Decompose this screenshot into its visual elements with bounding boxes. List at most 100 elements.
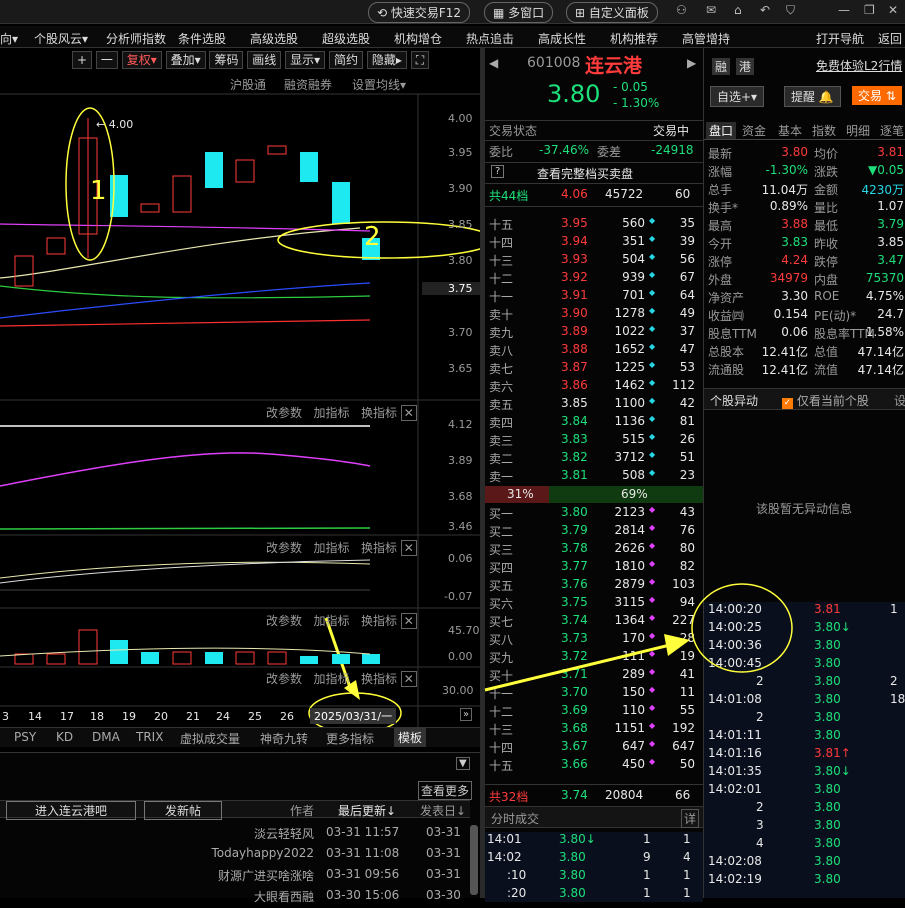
menu-item[interactable]: 向▾ (0, 30, 18, 47)
add-indicator-link[interactable]: 加指标 (313, 406, 349, 420)
view-more-button[interactable]: 查看更多 (418, 781, 473, 800)
tab-dma[interactable]: DMA (92, 730, 120, 744)
close-icon[interactable]: ✕ (400, 540, 417, 556)
menu-item[interactable]: 高管增持 (682, 30, 730, 47)
bid-row[interactable]: 买二 3.79 2814 ◆ 76 (485, 523, 703, 541)
home-icon[interactable]: ⌂ (734, 3, 742, 17)
ask-row[interactable]: 十一 3.91 701 ◆ 64 (485, 288, 703, 306)
ask-row[interactable]: 卖一 3.81 508 ◆ 23 (485, 468, 703, 486)
bid-row[interactable]: 买六 3.75 3115 ◆ 94 (485, 595, 703, 613)
bid-row[interactable]: 买八 3.73 170 ◆ 28 (485, 631, 703, 649)
menu-item[interactable]: 条件选股 (178, 30, 226, 47)
param-link[interactable]: 改参数 (266, 406, 302, 420)
ask-row[interactable]: 卖九 3.89 1022 ◆ 37 (485, 324, 703, 342)
add-indicator-link[interactable]: 加指标 (313, 672, 349, 686)
author-header[interactable]: 作者 (290, 802, 314, 819)
full-depth-button[interactable]: 查看完整档买卖盘 (537, 165, 633, 182)
param-link[interactable]: 改参数 (266, 541, 302, 555)
shirt-icon[interactable]: ⛉ (786, 3, 795, 18)
tab-trix[interactable]: TRIX (136, 730, 163, 744)
tab-basic[interactable]: 基本 (778, 122, 802, 139)
bid-row[interactable]: 十二 3.69 110 ◆ 55 (485, 703, 703, 721)
add-watchlist-button[interactable]: 自选+▾ (710, 86, 765, 107)
ask-row[interactable]: 卖三 3.83 515 ◆ 26 (485, 432, 703, 450)
user-icon[interactable]: ⚇ (676, 3, 687, 17)
param-link[interactable]: 改参数 (266, 614, 302, 628)
ask-row[interactable]: 十二 3.92 939 ◆ 67 (485, 270, 703, 288)
bid-row[interactable]: 买四 3.77 1810 ◆ 82 (485, 559, 703, 577)
tab-index[interactable]: 指数 (812, 122, 836, 139)
change-indicator-link[interactable]: 换指标 (361, 672, 397, 686)
param-link[interactable]: 改参数 (266, 672, 302, 686)
ask-row[interactable]: 卖五 3.85 1100 ◆ 42 (485, 396, 703, 414)
forum-row[interactable]: Todayhappy2022 03-31 11:08 03-31 (0, 846, 470, 866)
help-icon[interactable]: ? (491, 165, 505, 178)
alert-button[interactable]: 提醒 🔔 (784, 86, 841, 107)
menu-item[interactable]: 机构增仓 (394, 30, 442, 47)
add-indicator-link[interactable]: 加指标 (313, 614, 349, 628)
multi-window-button[interactable]: ▦ 多窗口 (484, 2, 554, 23)
tab-detail[interactable]: 明细 (846, 122, 870, 139)
tab-funds[interactable]: 资金 (742, 122, 766, 139)
bid-row[interactable]: 买三 3.78 2626 ◆ 80 (485, 541, 703, 559)
ask-row[interactable]: 十四 3.94 351 ◆ 39 (485, 234, 703, 252)
forum-row[interactable]: 财源广进买啥涨啥 03-31 09:56 03-31 (0, 867, 470, 887)
tab-more-indicators[interactable]: 更多指标 (326, 730, 374, 747)
bid-row[interactable]: 买九 3.72 111 ◆ 19 (485, 649, 703, 667)
bid-row[interactable]: 买十 3.71 289 ◆ 41 (485, 667, 703, 685)
close-icon[interactable]: ✕ (400, 671, 417, 687)
menu-item[interactable]: 超级选股 (322, 30, 370, 47)
only-current-checkbox[interactable]: ✓ 仅看当前个股 (782, 392, 869, 409)
minimize-icon[interactable]: — (838, 3, 850, 17)
menu-item[interactable]: 高级选股 (250, 30, 298, 47)
forum-row[interactable]: 大眼看西融 03-30 15:06 03-30 (0, 888, 470, 908)
tab-kd[interactable]: KD (56, 730, 73, 744)
tab-psy[interactable]: PSY (14, 730, 36, 744)
ask-row[interactable]: 卖八 3.88 1652 ◆ 47 (485, 342, 703, 360)
nav-open-button[interactable]: 打开导航 (816, 30, 864, 47)
ask-row[interactable]: 卖六 3.86 1462 ◆ 112 (485, 378, 703, 396)
custom-panel-button[interactable]: ⊞ 自定义面板 (566, 2, 658, 23)
tab-tick[interactable]: 逐笔 (880, 122, 904, 139)
anomaly-settings-button[interactable]: 设 (894, 392, 905, 409)
mail-icon[interactable]: ✉ (706, 3, 716, 17)
menu-item[interactable]: 热点追击 (466, 30, 514, 47)
trade-button[interactable]: 交易 ⇅ (852, 86, 902, 105)
ask-row[interactable]: 十五 3.95 560 ◆ 35 (485, 216, 703, 234)
tab-orderbook[interactable]: 盘口 (706, 122, 737, 139)
ask-row[interactable]: 卖七 3.87 1225 ◆ 53 (485, 360, 703, 378)
bid-row[interactable]: 十四 3.67 647 ◆ 647 (485, 739, 703, 757)
next-stock-icon[interactable]: ▶ (687, 56, 696, 70)
forum-scrollbar[interactable] (470, 825, 478, 895)
l2-trial-link[interactable]: 免费体验L2行情 (816, 57, 902, 74)
enter-forum-button[interactable]: 进入连云港吧 (6, 801, 136, 820)
posted-header[interactable]: 发表日↓ (420, 802, 466, 819)
tab-template[interactable]: 模板 (394, 728, 427, 747)
bid-row[interactable]: 买七 3.74 1364 ◆ 227 (485, 613, 703, 631)
time-sales-detail-button[interactable]: 详 (681, 809, 700, 828)
close-icon[interactable]: ✕ (400, 405, 417, 421)
ask-row[interactable]: 卖十 3.90 1278 ◆ 49 (485, 306, 703, 324)
back-icon[interactable]: ↶ (760, 3, 770, 17)
ask-row[interactable]: 卖二 3.82 3712 ◆ 51 (485, 450, 703, 468)
bid-row[interactable]: 十五 3.66 450 ◆ 50 (485, 757, 703, 775)
tab-virtual-volume[interactable]: 虚拟成交量 (180, 730, 240, 747)
prev-stock-icon[interactable]: ◀ (489, 56, 498, 70)
change-indicator-link[interactable]: 换指标 (361, 406, 397, 420)
forum-row[interactable]: 淡云轻轻风 03-31 11:57 03-31 (0, 825, 470, 845)
ask-row[interactable]: 卖四 3.84 1136 ◆ 81 (485, 414, 703, 432)
collapse-icon[interactable]: ▼ (456, 757, 470, 770)
bid-row[interactable]: 十三 3.68 1151 ◆ 192 (485, 721, 703, 739)
scroll-right-icon[interactable]: » (460, 708, 473, 721)
menu-item[interactable]: 个股风云▾ (34, 30, 88, 47)
back-button[interactable]: 返回 (878, 30, 902, 47)
change-indicator-link[interactable]: 换指标 (361, 541, 397, 555)
tab-magic-nine[interactable]: 神奇九转 (260, 730, 308, 747)
restore-icon[interactable]: ❐ (864, 3, 875, 17)
menu-item[interactable]: 分析师指数 (106, 30, 166, 47)
quick-trade-button[interactable]: ⟲ 快速交易F12 (368, 2, 471, 23)
updated-header[interactable]: 最后更新↓ (338, 802, 396, 819)
bid-row[interactable]: 买五 3.76 2879 ◆ 103 (485, 577, 703, 595)
change-indicator-link[interactable]: 换指标 (361, 614, 397, 628)
ask-row[interactable]: 十三 3.93 504 ◆ 56 (485, 252, 703, 270)
